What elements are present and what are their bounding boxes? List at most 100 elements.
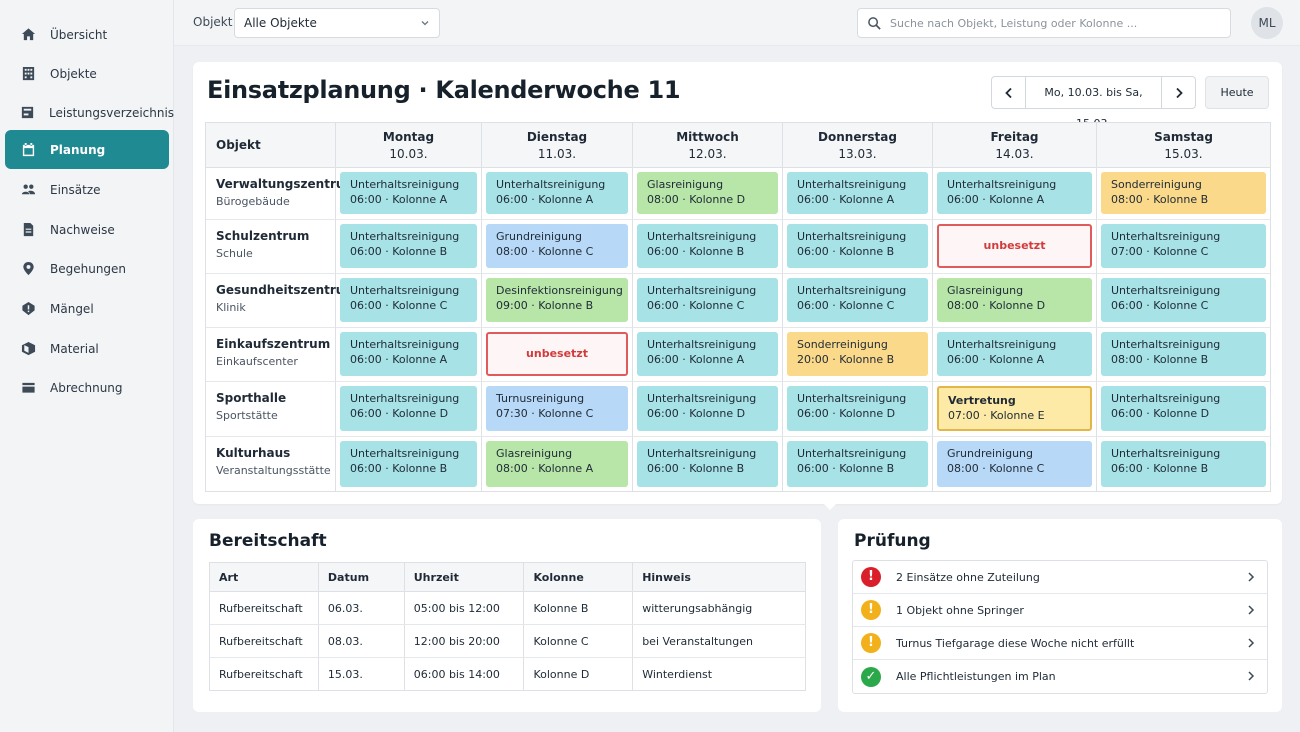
sidebar-item-begehungen[interactable]: Begehungen xyxy=(5,249,169,288)
object-row-label[interactable]: Einkaufszentrum Einkaufscenter xyxy=(206,328,336,382)
vacant-assignment[interactable]: unbesetzt xyxy=(486,332,628,376)
chevron-right-icon xyxy=(1175,87,1183,98)
assignment-block[interactable]: Unterhaltsreinigung 06:00 · Kolonne A xyxy=(340,172,477,214)
assignment-block[interactable]: Sonderreinigung 20:00 · Kolonne B xyxy=(787,332,928,376)
assignment-block[interactable]: Unterhaltsreinigung 06:00 · Kolonne A xyxy=(340,332,477,376)
calendar-cell: Glasreinigung 08:00 · Kolonne D xyxy=(933,274,1097,328)
user-avatar[interactable]: ML xyxy=(1251,7,1283,39)
assignment-time-crew: 06:00 · Kolonne D xyxy=(350,407,449,420)
assignment-block[interactable]: Turnusreinigung 07:30 · Kolonne C xyxy=(486,386,628,431)
next-week-button[interactable] xyxy=(1162,77,1195,108)
assignment-block[interactable]: Unterhaltsreinigung 06:00 · Kolonne A xyxy=(937,332,1092,376)
sidebar-item-material[interactable]: Material xyxy=(5,329,169,368)
assignment-block[interactable]: Unterhaltsreinigung 08:00 · Kolonne B xyxy=(1101,332,1266,376)
check-item[interactable]: ! 2 Einsätze ohne Zuteilung xyxy=(853,561,1267,594)
object-row-label[interactable]: Kulturhaus Veranstaltungsstätte xyxy=(206,437,336,492)
calendar-cell: Unterhaltsreinigung 06:00 · Kolonne B xyxy=(783,437,933,492)
table-row[interactable]: Rufbereitschaft 15.03. 06:00 bis 14:00 Kolo… xyxy=(209,657,806,691)
assignment-block[interactable]: Unterhaltsreinigung 06:00 · Kolonne B xyxy=(637,441,778,487)
table-row[interactable]: Rufbereitschaft 06.03. 05:00 bis 12:00 Kolo… xyxy=(209,591,806,625)
assignment-time-crew: 06:00 · Kolonne A xyxy=(647,353,745,366)
assignment-block[interactable]: Unterhaltsreinigung 06:00 · Kolonne B xyxy=(340,441,477,487)
object-row-label[interactable]: Schulzentrum Schule xyxy=(206,220,336,274)
sidebar: Übersicht Objekte Leistungsverzeichnis Plan… xyxy=(0,0,174,732)
assignment-block[interactable]: Unterhaltsreinigung 06:00 · Kolonne A xyxy=(787,172,928,214)
sidebar-item-label: Abrechnung xyxy=(50,380,123,395)
document-icon xyxy=(20,222,36,238)
assignment-block[interactable]: Glasreinigung 08:00 · Kolonne A xyxy=(486,441,628,487)
warning-circle-icon: ! xyxy=(861,633,881,653)
assignment-time-crew: 06:00 · Kolonne C xyxy=(797,299,895,312)
assignment-block[interactable]: Unterhaltsreinigung 06:00 · Kolonne B xyxy=(787,224,928,268)
assignment-block[interactable]: Unterhaltsreinigung 07:00 · Kolonne C xyxy=(1101,224,1266,268)
assignment-block[interactable]: Unterhaltsreinigung 06:00 · Kolonne D xyxy=(340,386,477,431)
object-row-label[interactable]: Sporthalle Sportstätte xyxy=(206,382,336,437)
assignment-time-crew: 06:00 · Kolonne A xyxy=(797,193,895,206)
assignment-block[interactable]: Unterhaltsreinigung 06:00 · Kolonne D xyxy=(787,386,928,431)
calendar-cell: Unterhaltsreinigung 08:00 · Kolonne B xyxy=(1097,328,1270,382)
assignment-block[interactable]: Unterhaltsreinigung 06:00 · Kolonne A xyxy=(637,332,778,376)
assignment-block[interactable]: Grundreinigung 08:00 · Kolonne C xyxy=(486,224,628,268)
assignment-block[interactable]: Unterhaltsreinigung 06:00 · Kolonne B xyxy=(637,224,778,268)
assignment-block[interactable]: Unterhaltsreinigung 06:00 · Kolonne D xyxy=(637,386,778,431)
assignment-block[interactable]: Grundreinigung 08:00 · Kolonne C xyxy=(937,441,1092,487)
assignment-time-crew: 07:00 · Kolonne C xyxy=(1111,245,1209,258)
assignment-block[interactable]: Unterhaltsreinigung 06:00 · Kolonne B xyxy=(340,224,477,268)
calendar-cell: Grundreinigung 08:00 · Kolonne C xyxy=(933,437,1097,492)
assignment-block[interactable]: Unterhaltsreinigung 06:00 · Kolonne B xyxy=(787,441,928,487)
object-row-label[interactable]: Verwaltungszentrum Bürogebäude xyxy=(206,168,357,220)
assignment-time-crew: 06:00 · Kolonne B xyxy=(797,245,895,258)
calendar-cell: Unterhaltsreinigung 06:00 · Kolonne A xyxy=(933,168,1097,220)
today-button[interactable]: Heute xyxy=(1205,76,1269,109)
sidebar-item-einsaetze[interactable]: Einsätze xyxy=(5,170,169,209)
table-cell: Kolonne D xyxy=(523,657,634,691)
assignment-block[interactable]: Unterhaltsreinigung 06:00 · Kolonne C xyxy=(637,278,778,322)
assignment-time-crew: 06:00 · Kolonne A xyxy=(947,193,1045,206)
vacant-assignment[interactable]: unbesetzt xyxy=(937,224,1092,268)
assignment-block[interactable]: Unterhaltsreinigung 06:00 · Kolonne C xyxy=(340,278,477,322)
assignment-block[interactable]: Glasreinigung 08:00 · Kolonne D xyxy=(637,172,778,214)
assignment-block[interactable]: Unterhaltsreinigung 06:00 · Kolonne A xyxy=(937,172,1092,214)
assignment-block[interactable]: Glasreinigung 08:00 · Kolonne D xyxy=(937,278,1092,322)
check-item[interactable]: ! Turnus Tiefgarage diese Woche nicht erf… xyxy=(853,627,1267,660)
sidebar-item-uebersicht[interactable]: Übersicht xyxy=(5,15,169,54)
check-item[interactable]: ✓ Alle Pflichtleistungen im Plan xyxy=(853,660,1267,693)
sidebar-item-nachweise[interactable]: Nachweise xyxy=(5,210,169,249)
object-row-label[interactable]: Gesundheitszentrum Klinik xyxy=(206,274,357,328)
table-cell: Rufbereitschaft xyxy=(209,657,319,691)
day-name: Montag xyxy=(382,130,435,144)
assignment-time-crew: 06:00 · Kolonne D xyxy=(647,407,746,420)
day-date: 11.03. xyxy=(537,147,577,161)
calendar-cell: Unterhaltsreinigung 06:00 · Kolonne C xyxy=(783,274,933,328)
assignment-block[interactable]: Vertretung 07:00 · Kolonne E xyxy=(937,386,1092,431)
sidebar-item-abrechnung[interactable]: Abrechnung xyxy=(5,368,169,407)
assignment-block[interactable]: Desinfektionsreinigung 09:00 · Kolonne B xyxy=(486,278,628,322)
assignment-service: Grundreinigung xyxy=(496,230,583,243)
assignment-block[interactable]: Unterhaltsreinigung 06:00 · Kolonne C xyxy=(1101,278,1266,322)
object-filter-select[interactable]: Alle Objekte xyxy=(234,8,440,38)
day-header: Montag 10.03. xyxy=(336,123,482,168)
assignment-time-crew: 06:00 · Kolonne A xyxy=(350,353,448,366)
day-name: Samstag xyxy=(1154,130,1213,144)
sidebar-item-objekte[interactable]: Objekte xyxy=(5,54,169,93)
check-item[interactable]: ! 1 Objekt ohne Springer xyxy=(853,594,1267,627)
calendar-cell: Unterhaltsreinigung 06:00 · Kolonne C xyxy=(1097,274,1270,328)
standby-table: Art Datum Uhrzeit Kolonne Hinweis Rufbereits… xyxy=(209,562,806,691)
table-row[interactable]: Rufbereitschaft 08.03. 12:00 bis 20:00 Kolo… xyxy=(209,624,806,658)
previous-week-button[interactable] xyxy=(992,77,1025,108)
day-header: Dienstag 11.03. xyxy=(482,123,633,168)
assignment-block[interactable]: Unterhaltsreinigung 06:00 · Kolonne C xyxy=(787,278,928,322)
assignment-block[interactable]: Unterhaltsreinigung 06:00 · Kolonne B xyxy=(1101,441,1266,487)
assignment-block[interactable]: Unterhaltsreinigung 06:00 · Kolonne D xyxy=(1101,386,1266,431)
day-header: Freitag 14.03. xyxy=(933,123,1097,168)
search-box[interactable] xyxy=(857,8,1231,38)
planning-grid: Objekt Montag 10.03. Dienstag 11.03. Mittwoch… xyxy=(205,122,1271,492)
assignment-block[interactable]: Sonderreinigung 08:00 · Kolonne B xyxy=(1101,172,1266,214)
sidebar-item-leistungsverzeichnis[interactable]: Leistungsverzeichnis xyxy=(5,93,174,132)
assignment-block[interactable]: Unterhaltsreinigung 06:00 · Kolonne A xyxy=(486,172,628,214)
search-input[interactable] xyxy=(890,10,1220,36)
sidebar-item-planung[interactable]: Planung xyxy=(5,130,169,169)
assignment-service: Unterhaltsreinigung xyxy=(1111,230,1221,243)
sidebar-item-maengel[interactable]: Mängel xyxy=(5,289,169,328)
day-date: 13.03. xyxy=(838,147,877,161)
